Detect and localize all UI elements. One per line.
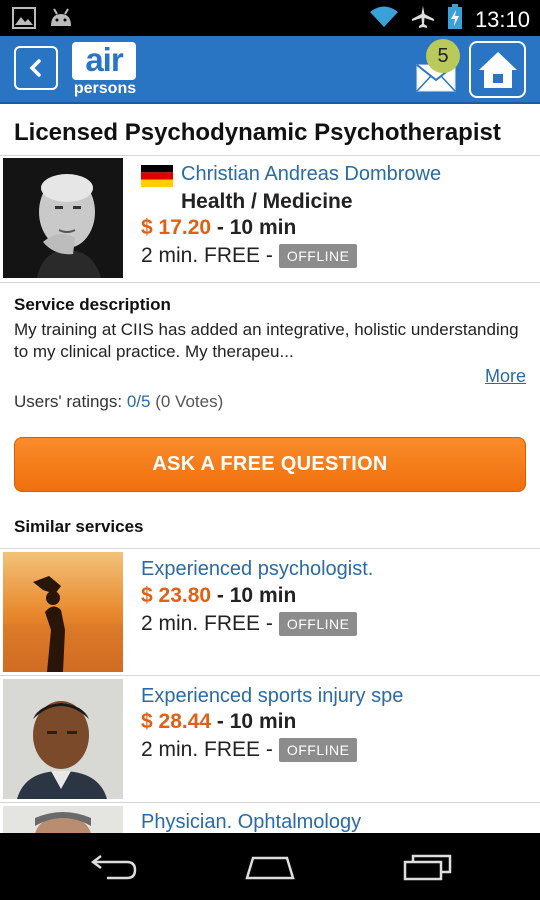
airplane-icon — [411, 5, 435, 34]
status-bar: 13:10 — [0, 0, 540, 36]
chevron-left-icon — [29, 59, 41, 77]
nav-back-button[interactable] — [82, 851, 142, 883]
service-free-row: 2 min. FREE - OFFLINE — [141, 738, 358, 762]
nav-home-button[interactable] — [240, 851, 300, 883]
expert-price: $ 17.20 — [141, 216, 212, 239]
service-free-text: 2 min. FREE - — [141, 612, 273, 635]
divider — [0, 548, 540, 549]
service-title-link[interactable]: Experienced psychologist. — [141, 558, 373, 581]
expert-name-link[interactable]: Christian Andreas Dombrowe — [181, 163, 441, 186]
airpersons-logo[interactable]: air persons — [72, 42, 138, 98]
ratings-label: Users' ratings: — [14, 392, 123, 411]
service-price-row: $ 23.80 - 10 min — [141, 584, 296, 608]
divider — [0, 155, 540, 156]
recent-apps-icon — [403, 854, 452, 881]
home-icon — [478, 51, 517, 88]
expert-category: Health / Medicine — [181, 190, 353, 213]
ratings-value: 0/5 — [126, 392, 151, 411]
wifi-icon — [369, 5, 399, 34]
service-title-link[interactable]: Experienced sports injury spe — [141, 685, 403, 708]
more-link[interactable]: More — [485, 366, 526, 387]
service-free-text: 2 min. FREE - — [141, 738, 273, 761]
expert-free-text: 2 min. FREE - — [141, 244, 273, 267]
service-duration: - 10 min — [216, 584, 297, 607]
service-price-row: $ 28.44 - 10 min — [141, 710, 296, 734]
expert-price-row: $ 17.20 - 10 min — [141, 216, 296, 240]
logo-persons-text: persons — [73, 80, 137, 97]
status-badge: OFFLINE — [278, 738, 358, 762]
navigation-bar — [0, 833, 540, 900]
home-button[interactable] — [469, 41, 526, 98]
divider — [0, 675, 540, 676]
expert-free-row: 2 min. FREE - OFFLINE — [141, 244, 358, 268]
service-thumbnail[interactable] — [3, 806, 123, 833]
ratings-votes: (0 Votes) — [155, 392, 224, 411]
service-duration: - 10 min — [216, 710, 297, 733]
image-icon — [12, 7, 36, 34]
service-thumbnail[interactable] — [3, 552, 123, 672]
divider — [0, 802, 540, 803]
service-thumbnail[interactable] — [3, 679, 123, 799]
status-badge: OFFLINE — [278, 612, 358, 636]
service-free-row: 2 min. FREE - OFFLINE — [141, 612, 358, 636]
service-price: $ 23.80 — [141, 584, 212, 607]
logo-air-text: air — [72, 42, 136, 80]
home-outline-icon — [245, 856, 295, 880]
android-icon — [48, 8, 74, 33]
app-bar: air persons 5 — [0, 36, 540, 104]
ask-free-question-button[interactable]: ASK A FREE QUESTION — [14, 437, 526, 492]
message-count-badge: 5 — [426, 39, 460, 73]
back-button[interactable] — [14, 46, 58, 90]
service-price: $ 28.44 — [141, 710, 212, 733]
germany-flag-icon — [141, 165, 173, 187]
back-arrow-icon — [90, 855, 137, 880]
service-description-label: Service description — [14, 295, 171, 314]
divider — [0, 282, 540, 283]
status-badge: OFFLINE — [278, 244, 358, 268]
similar-services-label: Similar services — [14, 517, 144, 536]
service-description-text: My training at CIIS has added an integra… — [14, 320, 519, 361]
users-ratings: Users' ratings: 0/5 (0 Votes) — [14, 392, 223, 412]
expert-avatar[interactable] — [3, 158, 123, 278]
battery-charging-icon — [447, 4, 463, 35]
nav-recents-button[interactable] — [398, 851, 458, 883]
expert-duration: - 10 min — [216, 216, 297, 239]
page-title: Licensed Psychodynamic Psychotherapist — [14, 119, 501, 146]
service-title-link[interactable]: Physician. Ophtalmology — [141, 811, 361, 834]
clock-time: 13:10 — [474, 6, 530, 32]
